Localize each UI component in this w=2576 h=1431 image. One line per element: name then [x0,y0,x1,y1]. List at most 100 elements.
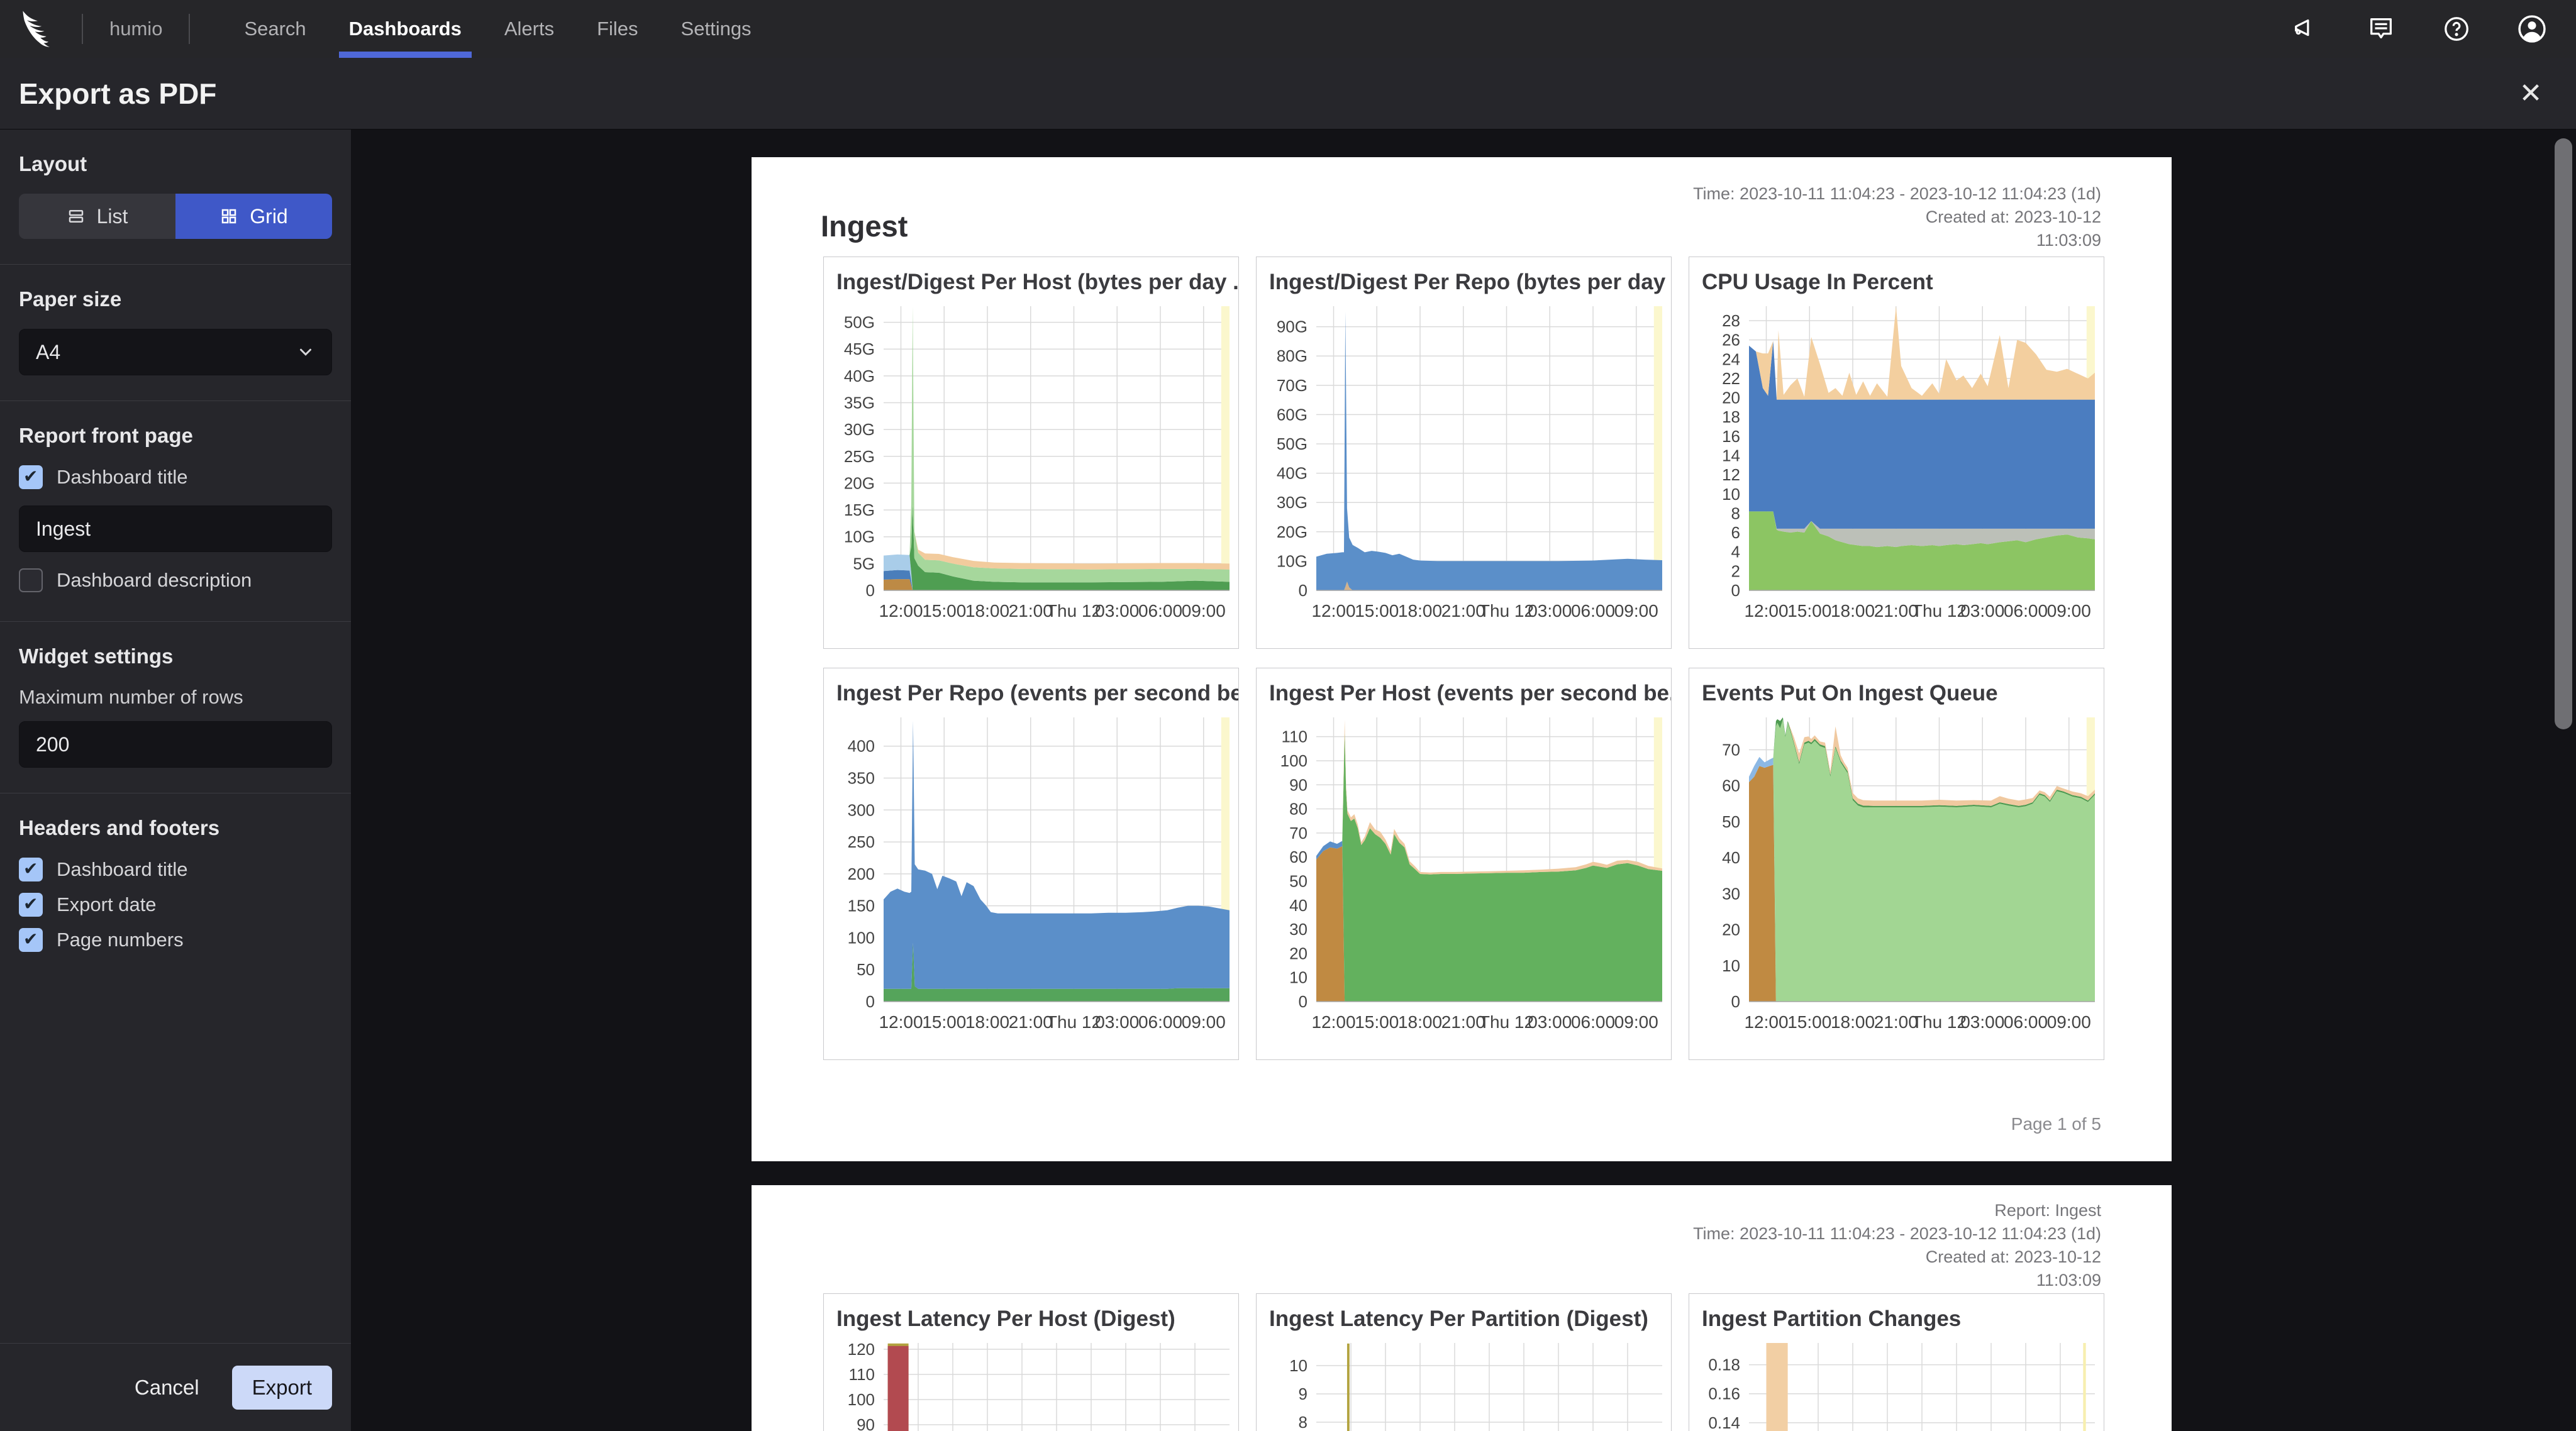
svg-text:06:00: 06:00 [1571,601,1615,621]
falcon-logo-icon[interactable] [18,9,60,48]
feedback-icon[interactable] [2365,13,2397,45]
svg-text:16: 16 [1722,427,1740,446]
svg-text:06:00: 06:00 [1138,1012,1182,1032]
chart-plot: 05G10G15G20G25G30G35G40G45G50G12:0015:00… [824,297,1238,637]
brand-name[interactable]: humio [83,18,189,40]
svg-text:15:00: 15:00 [1355,1012,1399,1032]
svg-text:150: 150 [848,897,875,915]
svg-text:18:00: 18:00 [965,1012,1009,1032]
svg-text:6: 6 [1731,523,1740,542]
dashboard-title-checkbox[interactable] [19,465,43,489]
chart-plot: 90100110120 [824,1334,1238,1431]
close-icon[interactable]: ✕ [2511,74,2551,114]
pdf-page-1: Time: 2023-10-11 11:04:23 - 2023-10-12 1… [752,157,2172,1161]
chart-plot: 8910 [1257,1334,1671,1431]
svg-text:60: 60 [1289,848,1307,866]
svg-text:12:00: 12:00 [1311,601,1355,621]
svg-text:80: 80 [1289,800,1307,819]
nav-item-settings[interactable]: Settings [660,0,773,58]
svg-text:0: 0 [1731,581,1740,600]
svg-text:18:00: 18:00 [1831,1012,1875,1032]
svg-text:70: 70 [1722,740,1740,759]
hf-dashboard-title-checkbox[interactable] [19,858,43,881]
dashboard-description-checkbox-row[interactable]: Dashboard description [19,568,332,592]
svg-text:9: 9 [1299,1384,1307,1403]
hf-export-date-checkbox[interactable] [19,893,43,917]
scrollbar-thumb[interactable] [2555,138,2572,729]
svg-text:10: 10 [1722,485,1740,504]
dashboard-description-checkbox[interactable] [19,568,43,592]
pdf-page-2: Report: Ingest Time: 2023-10-11 11:04:23… [752,1185,2172,1431]
svg-text:12:00: 12:00 [1744,1012,1788,1032]
account-icon[interactable] [2516,13,2548,45]
hf-page-numbers-row[interactable]: Page numbers [19,928,332,952]
headers-footers-heading: Headers and footers [19,816,332,840]
max-rows-input[interactable]: 200 [19,721,332,768]
nav-item-search[interactable]: Search [223,0,327,58]
dashboard-title-input[interactable]: Ingest [19,506,332,552]
nav-item-files[interactable]: Files [575,0,659,58]
svg-text:110: 110 [1282,727,1307,746]
hf-export-date-row[interactable]: Export date [19,893,332,917]
svg-text:18:00: 18:00 [965,601,1009,621]
svg-text:09:00: 09:00 [2047,1012,2091,1032]
megaphone-icon[interactable] [2289,13,2322,45]
preview-scrollbar[interactable] [2555,138,2572,1333]
help-icon[interactable] [2440,13,2473,45]
chart-widget-title: Ingest Partition Changes [1689,1294,2104,1334]
svg-text:8: 8 [1731,504,1740,522]
widget-settings-heading: Widget settings [19,644,332,668]
svg-text:90: 90 [1289,775,1307,794]
svg-text:15:00: 15:00 [1787,1012,1831,1032]
svg-text:03:00: 03:00 [1095,601,1139,621]
svg-text:60: 60 [1722,776,1740,795]
chart-widget: Ingest/Digest Per Repo (bytes per day ..… [1256,257,1672,649]
svg-text:09:00: 09:00 [1614,601,1658,621]
svg-text:20G: 20G [844,473,875,492]
svg-text:30G: 30G [844,420,875,439]
headers-footers-section: Headers and footers Dashboard title Expo… [0,793,351,977]
max-rows-label: Maximum number of rows [19,686,332,709]
svg-text:50: 50 [857,960,875,979]
svg-text:Thu 12: Thu 12 [1046,1012,1101,1032]
svg-text:40G: 40G [1277,464,1307,483]
svg-text:12:00: 12:00 [1744,601,1788,621]
svg-text:09:00: 09:00 [1182,1012,1226,1032]
hf-dashboard-title-label: Dashboard title [57,858,188,881]
dashboard-title-input-value: Ingest [36,517,91,541]
layout-section: Layout List Grid [0,130,351,265]
chart-widget: Events Put On Ingest Queue01020304050607… [1689,668,2104,1060]
svg-text:100: 100 [848,928,875,947]
svg-text:200: 200 [848,865,875,883]
layout-grid-button[interactable]: Grid [175,194,332,239]
svg-text:12:00: 12:00 [1311,1012,1355,1032]
chart-widget-title: Ingest Per Repo (events per second be... [824,668,1238,709]
cancel-button[interactable]: Cancel [135,1376,199,1400]
svg-text:12:00: 12:00 [879,1012,923,1032]
svg-text:18:00: 18:00 [1831,601,1875,621]
nav-item-alerts[interactable]: Alerts [483,0,575,58]
hf-export-date-label: Export date [57,893,157,916]
nav-separator [189,14,190,44]
dashboard-title-checkbox-row[interactable]: Dashboard title [19,465,332,489]
svg-text:10G: 10G [844,528,875,546]
chart-widget: Ingest Latency Per Partition (Digest)891… [1256,1293,1672,1431]
svg-text:10: 10 [1289,1356,1307,1375]
hf-dashboard-title-row[interactable]: Dashboard title [19,858,332,881]
hf-page-numbers-checkbox[interactable] [19,928,43,952]
svg-text:110: 110 [849,1365,875,1384]
svg-text:50: 50 [1722,812,1740,831]
layout-list-button[interactable]: List [19,194,175,239]
export-button[interactable]: Export [232,1366,332,1410]
svg-text:30: 30 [1722,884,1740,903]
svg-text:90G: 90G [1277,318,1307,336]
svg-text:400: 400 [848,737,875,756]
page2-created-time: 11:03:09 [1693,1269,2101,1292]
nav-item-dashboards[interactable]: Dashboards [328,0,483,58]
report-front-page-section: Report front page Dashboard title Ingest… [0,401,351,622]
svg-text:Thu 12: Thu 12 [1912,1012,1967,1032]
page2-created-at: Created at: 2023-10-12 [1693,1246,2101,1269]
svg-text:Thu 12: Thu 12 [1479,601,1534,621]
svg-text:100: 100 [1280,751,1307,770]
paper-size-select[interactable]: A4 [19,329,332,375]
